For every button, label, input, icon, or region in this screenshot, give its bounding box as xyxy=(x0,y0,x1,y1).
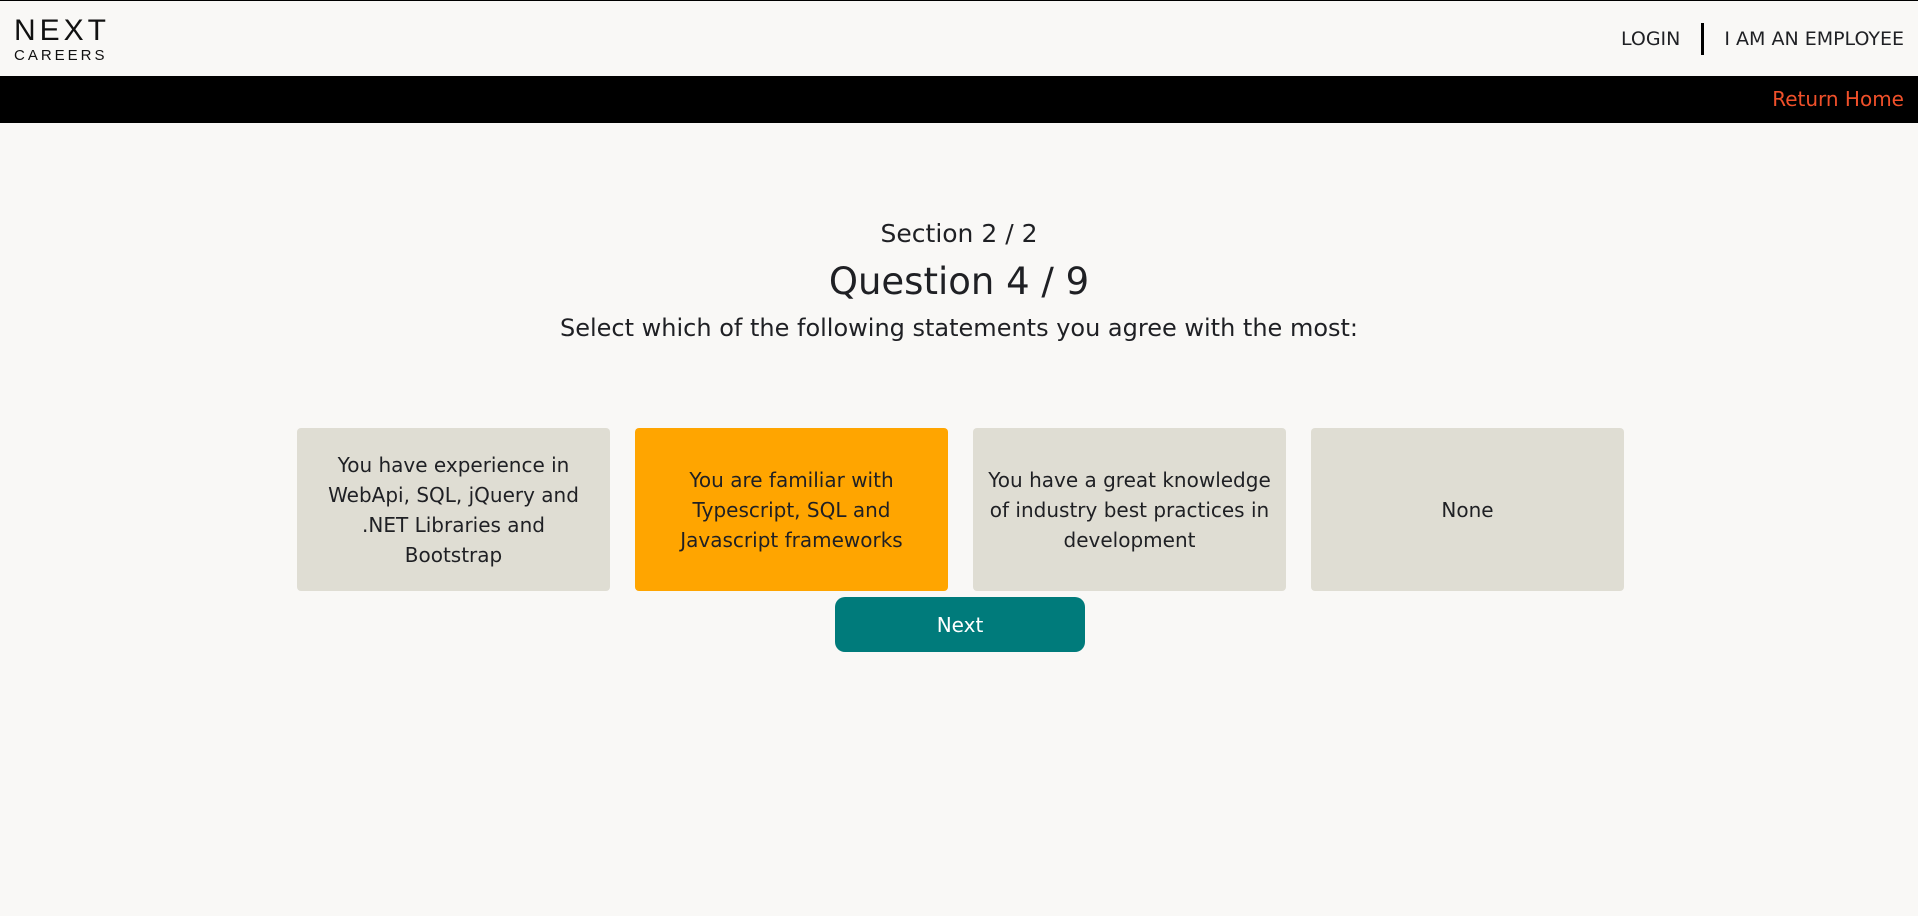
nav-divider xyxy=(1701,23,1705,55)
answer-option-1[interactable]: You have experience in WebApi, SQL, jQue… xyxy=(297,428,610,591)
section-counter: Section 2 / 2 xyxy=(880,219,1038,248)
employee-link[interactable]: I AM AN EMPLOYEE xyxy=(1724,28,1904,50)
site-header: NEXT CAREERS LOGIN I AM AN EMPLOYEE xyxy=(0,1,1918,76)
answer-option-label: You have experience in WebApi, SQL, jQue… xyxy=(328,452,579,567)
answer-options: You have experience in WebApi, SQL, jQue… xyxy=(297,428,1624,591)
login-link[interactable]: LOGIN xyxy=(1621,28,1680,50)
next-careers-logo[interactable]: NEXT CAREERS xyxy=(14,14,111,64)
return-home-link[interactable]: Return Home xyxy=(1772,87,1904,111)
answer-option-3[interactable]: You have a great knowledge of industry b… xyxy=(973,428,1286,591)
question-counter: Question 4 / 9 xyxy=(828,260,1090,303)
next-button[interactable]: Next xyxy=(835,597,1085,652)
logo-line-next: NEXT xyxy=(14,14,111,47)
question-prompt: Select which of the following statements… xyxy=(560,314,1358,342)
header-nav: LOGIN I AM AN EMPLOYEE xyxy=(1621,23,1904,55)
subnav-bar: Return Home xyxy=(0,76,1918,123)
answer-option-label: You have a great knowledge of industry b… xyxy=(988,467,1271,552)
logo-line-careers: CAREERS xyxy=(14,47,108,64)
answer-option-label: None xyxy=(1441,497,1494,522)
answer-option-2[interactable]: You are familiar with Typescript, SQL an… xyxy=(635,428,948,591)
answer-option-label: You are familiar with Typescript, SQL an… xyxy=(680,467,903,552)
answer-option-4[interactable]: None xyxy=(1311,428,1624,591)
